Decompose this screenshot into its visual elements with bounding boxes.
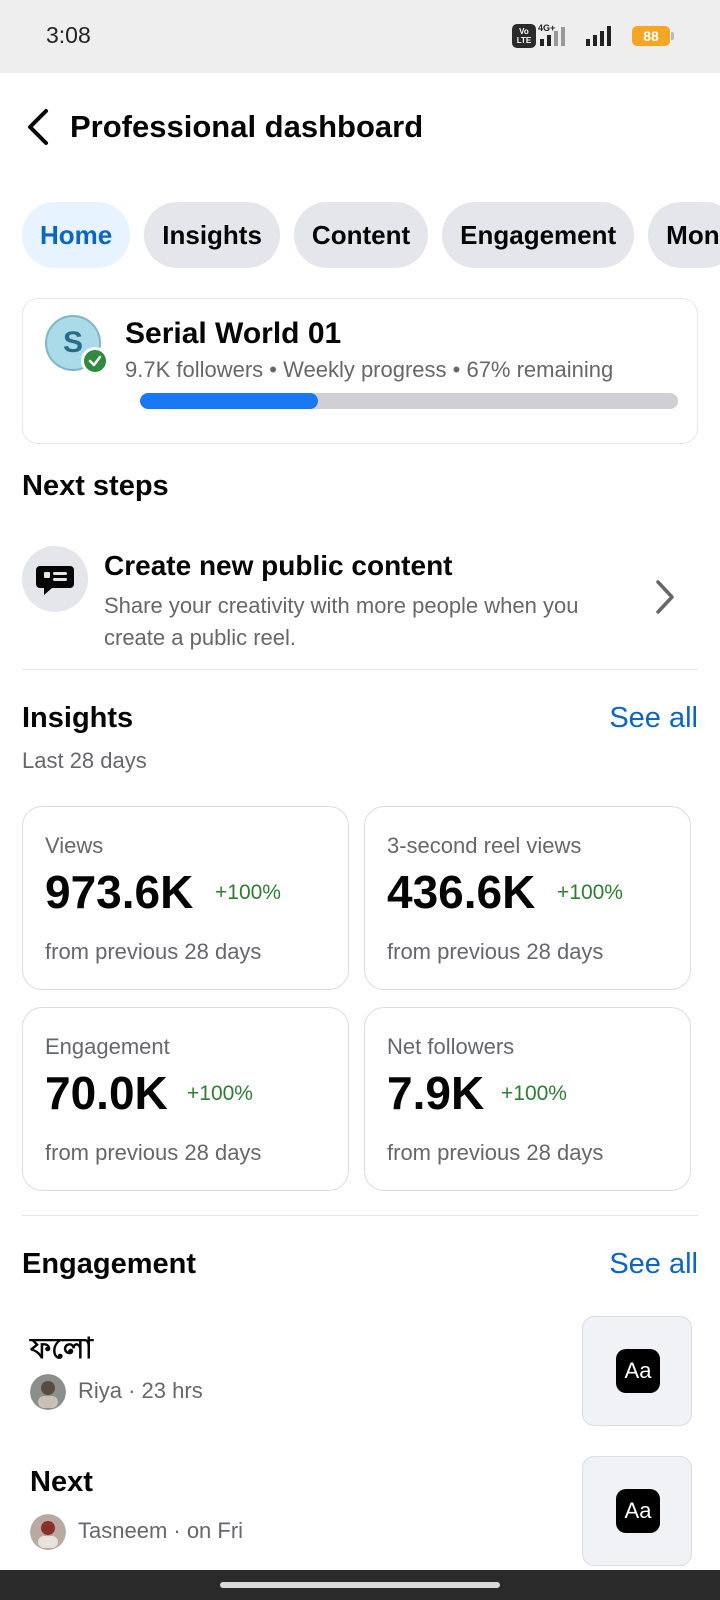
- network-type-label: 4G+: [538, 23, 555, 33]
- system-navigation-bar: [0, 1570, 720, 1600]
- metric-value: 70.0K: [45, 1067, 168, 1119]
- status-time: 3:08: [46, 22, 91, 48]
- metric-value: 436.6K: [387, 866, 536, 918]
- weekly-progress-bar: [140, 393, 678, 409]
- insights-see-all-link[interactable]: See all: [609, 702, 698, 735]
- tab-engagement[interactable]: Engagement: [442, 202, 635, 268]
- engagement-item-title: ফলো: [30, 1333, 93, 1365]
- metric-card-views[interactable]: Views 973.6K +100% from previous 28 days: [22, 806, 349, 990]
- chevron-left-icon[interactable]: [22, 107, 56, 147]
- metric-value: 973.6K: [45, 866, 194, 918]
- metric-change: +100%: [557, 881, 623, 904]
- engagement-item-meta: Riya · 23 hrs: [78, 1378, 203, 1403]
- step-icon-container: [22, 546, 88, 612]
- signal-4g-icon: 4G+: [538, 23, 565, 46]
- metric-card-engagement[interactable]: Engagement 70.0K +100% from previous 28 …: [22, 1007, 349, 1191]
- chevron-right-icon: [656, 580, 674, 614]
- page-title: Professional dashboard: [70, 109, 424, 144]
- metric-label: Net followers: [387, 1034, 515, 1059]
- verified-check-icon: [81, 347, 109, 375]
- volte-icon: Vo LTE: [512, 24, 536, 48]
- tab-bar: Home Insights Content Engagement Mon: [22, 202, 720, 268]
- metric-label: 3-second reel views: [387, 833, 582, 858]
- metric-change: +100%: [215, 881, 281, 904]
- insights-period: Last 28 days: [22, 748, 147, 773]
- tab-insights[interactable]: Insights: [144, 202, 280, 268]
- metric-label: Engagement: [45, 1034, 170, 1059]
- post-thumbnail[interactable]: Aa: [582, 1316, 692, 1426]
- metric-change: +100%: [187, 1082, 253, 1105]
- metric-card-net-followers[interactable]: Net followers 7.9K +100% from previous 2…: [364, 1007, 691, 1191]
- step-title: Create new public content: [104, 550, 453, 581]
- text-post-icon: Aa: [616, 1489, 660, 1533]
- divider: [22, 1215, 698, 1216]
- next-steps-title: Next steps: [22, 470, 169, 502]
- engagement-list-item[interactable]: ফলো Riya · 23 hrs Aa: [0, 1316, 720, 1436]
- divider: [22, 669, 698, 670]
- metric-foot: from previous 28 days: [45, 939, 262, 964]
- step-description: Share your creativity with more people w…: [104, 593, 579, 650]
- profile-meta: 9.7K followers • Weekly progress • 67% r…: [125, 357, 614, 382]
- metric-foot: from previous 28 days: [387, 1140, 604, 1165]
- text-post-icon: Aa: [616, 1349, 660, 1393]
- commenter-avatar: [30, 1374, 66, 1410]
- metric-value: 7.9K: [387, 1067, 485, 1119]
- tab-home[interactable]: Home: [22, 202, 131, 268]
- profile-name: Serial World 01: [125, 317, 342, 350]
- engagement-title: Engagement: [22, 1248, 197, 1280]
- metric-card-reel-views[interactable]: 3-second reel views 436.6K +100% from pr…: [364, 806, 691, 990]
- battery-icon: 88: [632, 26, 674, 46]
- post-thumbnail[interactable]: Aa: [582, 1456, 692, 1566]
- insights-title: Insights: [22, 702, 134, 734]
- signal-icon: [586, 26, 611, 46]
- engagement-item-meta: Tasneem · on Fri: [78, 1518, 244, 1543]
- metric-foot: from previous 28 days: [387, 939, 604, 964]
- weekly-progress-fill: [140, 393, 318, 409]
- metric-foot: from previous 28 days: [45, 1140, 262, 1165]
- engagement-see-all-link[interactable]: See all: [609, 1248, 698, 1281]
- home-gesture-handle[interactable]: [220, 1582, 500, 1588]
- profile-card[interactable]: S Serial World 01 9.7K followers • Weekl…: [22, 298, 698, 444]
- status-bar: 3:08 Vo LTE 4G+ 88: [0, 0, 720, 73]
- tab-monetization[interactable]: Mon: [648, 202, 720, 268]
- commenter-avatar: [30, 1514, 66, 1550]
- engagement-list-item[interactable]: Next Tasneem · on Fri Aa: [0, 1456, 720, 1576]
- metric-label: Views: [45, 833, 104, 858]
- create-content-step[interactable]: Create new public content Share your cre…: [0, 536, 720, 664]
- tab-content[interactable]: Content: [293, 202, 429, 268]
- chat-bubble-icon: [36, 566, 74, 595]
- header: Professional dashboard: [0, 73, 720, 183]
- engagement-item-title: Next: [30, 1466, 93, 1498]
- metric-change: +100%: [501, 1082, 567, 1105]
